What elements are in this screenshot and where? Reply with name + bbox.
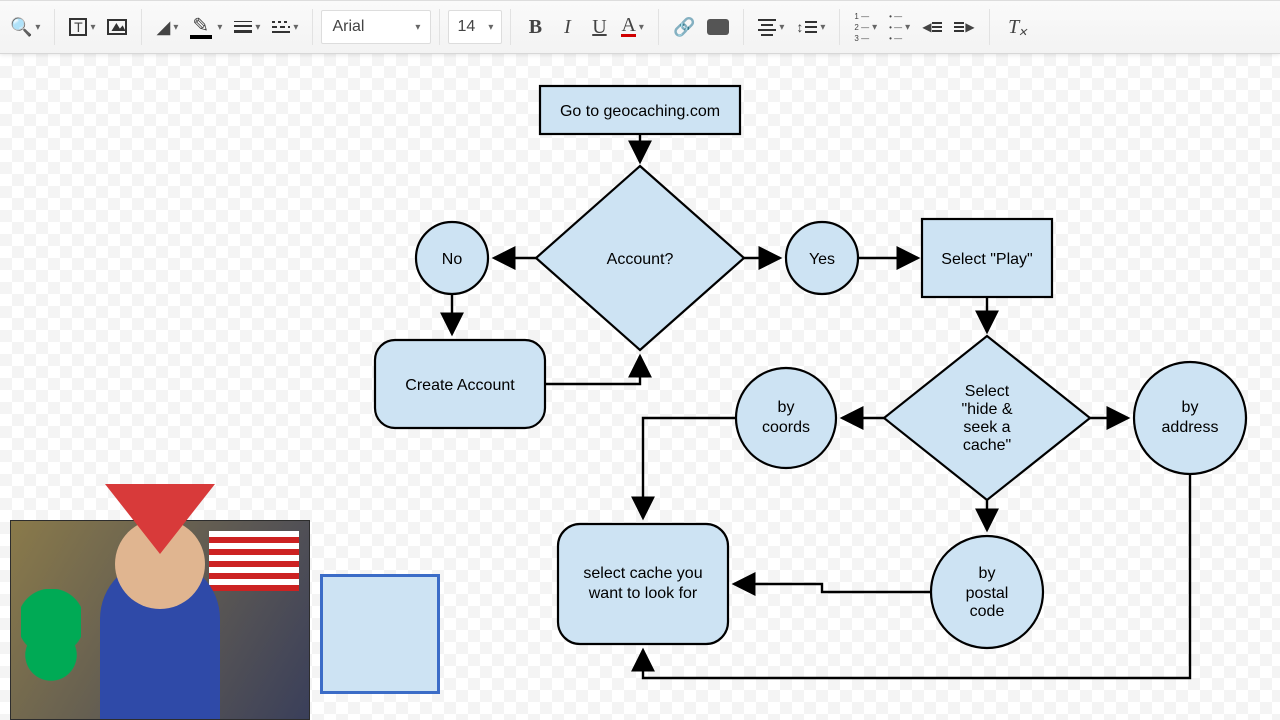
decrease-indent-button[interactable]: ◀ (918, 9, 946, 45)
selected-shape-placeholder[interactable] (320, 574, 440, 694)
drawing-canvas[interactable]: Go to geocaching.com Account? No Yes Sel… (0, 54, 1280, 720)
node-no-label: No (442, 251, 463, 268)
node-by-address-label1: by (1182, 399, 1199, 416)
line-dash-button[interactable]: ▾ (268, 9, 302, 45)
node-start-label: Go to geocaching.com (560, 103, 720, 120)
font-size-select[interactable]: 14▾ (448, 10, 502, 44)
node-create-account-label: Create Account (405, 377, 515, 394)
node-decision-hideseek-label1: Select (965, 383, 1010, 400)
fill-color-button[interactable]: ◢▾ (152, 9, 182, 45)
node-decision-hideseek-label3: seek a (963, 419, 1010, 436)
node-decision-hideseek[interactable] (884, 336, 1090, 500)
node-by-address[interactable] (1134, 362, 1246, 474)
line-spacing-button[interactable]: ↕ ▾ (792, 9, 829, 45)
insert-image-button[interactable] (103, 9, 131, 45)
node-yes-label: Yes (809, 251, 835, 268)
textbox-button[interactable]: T ▾ (65, 9, 99, 45)
node-by-postal-label2: postal (966, 585, 1009, 602)
node-select-cache-label2: want to look for (588, 585, 698, 602)
node-decision-hideseek-label2: "hide & (961, 401, 1012, 418)
node-decision-hideseek-label4: cache" (963, 437, 1011, 454)
insert-link-button[interactable]: 🔗 (669, 9, 699, 45)
text-color-button[interactable]: A▾ (617, 9, 647, 45)
line-color-button[interactable]: ▾ (186, 9, 226, 45)
zoom-button[interactable]: 🔍▾ (6, 9, 44, 45)
align-button[interactable]: ▾ (754, 9, 788, 45)
node-by-coords[interactable] (736, 368, 836, 468)
node-by-postal-label1: by (979, 565, 996, 582)
node-select-cache-label1: select cache you (583, 565, 702, 582)
pen-icon (190, 15, 214, 39)
font-family-value: Arial (332, 18, 364, 36)
italic-button[interactable]: I (553, 9, 581, 45)
webcam-overlay (10, 520, 310, 720)
clear-formatting-button[interactable]: T✕ (1000, 9, 1028, 45)
font-size-value: 14 (457, 18, 475, 36)
line-weight-button[interactable]: ▾ (230, 9, 264, 45)
node-by-coords-label2: coords (762, 419, 810, 436)
underline-button[interactable]: U (585, 9, 613, 45)
node-select-cache[interactable] (558, 524, 728, 644)
increase-indent-button[interactable]: ▶ (950, 9, 978, 45)
node-decision-account-label: Account? (607, 251, 674, 268)
bold-button[interactable]: B (521, 9, 549, 45)
node-select-play-label: Select "Play" (941, 251, 1032, 268)
node-by-postal-label3: code (970, 603, 1005, 620)
bulleted-list-button[interactable]: • —• —• — ▾ (885, 9, 914, 45)
node-by-coords-label1: by (778, 399, 795, 416)
node-by-address-label2: address (1162, 419, 1219, 436)
formatting-toolbar: 🔍▾ T ▾ ◢▾ ▾ ▾ ▾ (0, 0, 1280, 54)
font-family-select[interactable]: Arial▾ (321, 10, 431, 44)
numbered-list-button[interactable]: 1 —2 —3 — ▾ (850, 9, 881, 45)
insert-comment-button[interactable] (703, 9, 733, 45)
